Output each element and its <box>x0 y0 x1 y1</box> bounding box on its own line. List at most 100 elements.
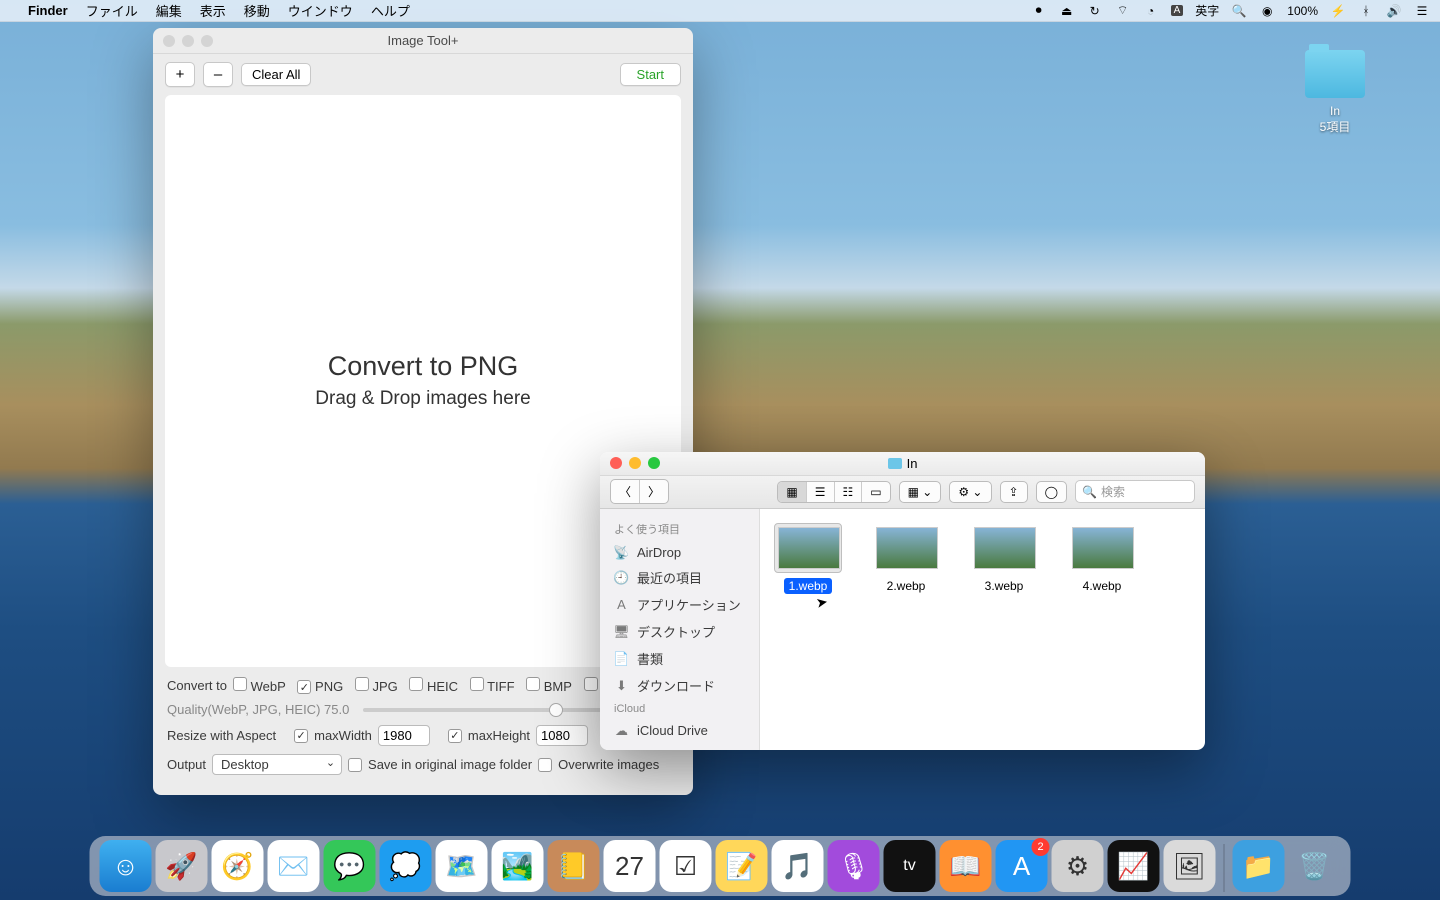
dock-chat[interactable]: 💭 <box>380 840 432 892</box>
input-mode[interactable]: 英字 <box>1195 2 1219 19</box>
dock-launchpad[interactable]: 🚀 <box>156 840 208 892</box>
icon-view-button[interactable]: ▦ <box>778 482 806 502</box>
maps-icon: 🗺️ <box>445 851 477 882</box>
output-select[interactable]: Desktop <box>212 754 342 775</box>
quality-slider[interactable] <box>363 708 628 712</box>
dock-safari[interactable]: 🧭 <box>212 840 264 892</box>
file-item[interactable]: 3.webp <box>970 523 1038 593</box>
menu-view[interactable]: 表示 <box>200 1 226 20</box>
dock-tv[interactable]: tv <box>884 840 936 892</box>
sidebar-item-label: ダウンロード <box>637 676 715 695</box>
group-button[interactable]: ▦ ⌄ <box>899 481 942 503</box>
tags-button[interactable]: ◯ <box>1036 481 1067 503</box>
sidebar-item-デスクトップ[interactable]: 🖥デスクトップ <box>600 618 759 645</box>
remove-button[interactable]: – <box>203 62 233 87</box>
dock-activity[interactable]: 📈 <box>1108 840 1160 892</box>
search-field[interactable]: 🔍 検索 <box>1075 480 1195 503</box>
eject-icon[interactable]: ⏏ <box>1059 3 1075 19</box>
format-checkbox-heic[interactable] <box>409 677 423 691</box>
dock-appstore[interactable]: A2 <box>996 840 1048 892</box>
dock-separator <box>1224 844 1225 892</box>
notes-icon: 📝 <box>725 851 757 882</box>
menu-file[interactable]: ファイル <box>86 1 138 20</box>
sidebar-icon: ⬇ <box>614 678 629 693</box>
format-checkbox-tiff[interactable] <box>470 677 484 691</box>
dock-reminders[interactable]: ☑ <box>660 840 712 892</box>
overwrite-label: Overwrite images <box>558 757 659 772</box>
launchpad-icon: 🚀 <box>165 851 197 882</box>
overwrite-checkbox[interactable] <box>538 758 552 772</box>
menu-edit[interactable]: 編集 <box>156 1 182 20</box>
dock-settings[interactable]: ⚙ <box>1052 840 1104 892</box>
preview-icon: 🖼 <box>1173 851 1206 882</box>
spotlight-icon[interactable]: 🔍 <box>1231 3 1247 19</box>
dock-downloads[interactable]: 📁 <box>1233 840 1285 892</box>
column-view-button[interactable]: ☷ <box>835 482 863 502</box>
sidebar-item-書類[interactable]: 📄書類 <box>600 645 759 672</box>
maxwidth-checkbox[interactable] <box>294 729 308 743</box>
convert-label: Convert to <box>167 678 227 693</box>
sidebar-item-ダウンロード[interactable]: ⬇ ダウンロード <box>600 672 759 699</box>
menubar-app[interactable]: Finder <box>28 3 68 18</box>
timemachine-icon[interactable]: ↻ <box>1087 3 1103 19</box>
input-source-badge[interactable]: A <box>1171 5 1184 16</box>
bluetooth-icon[interactable]: ᚼ <box>1358 3 1374 19</box>
dock-mail[interactable]: ✉️ <box>268 840 320 892</box>
format-checkbox-jpg[interactable] <box>355 677 369 691</box>
dock-notes[interactable]: 📝 <box>716 840 768 892</box>
dock-podcasts[interactable]: 🎙 <box>828 840 880 892</box>
file-item[interactable]: 4.webp <box>1068 523 1136 593</box>
volume-icon[interactable]: 🔊 <box>1386 3 1402 19</box>
battery-pct[interactable]: 100% <box>1287 4 1318 18</box>
clear-all-button[interactable]: Clear All <box>241 63 311 86</box>
dock-books[interactable]: 📖 <box>940 840 992 892</box>
format-checkbox-bmp[interactable] <box>526 677 540 691</box>
dock-trash[interactable]: 🗑️ <box>1289 840 1341 892</box>
titlebar[interactable]: Image Tool+ <box>153 28 693 54</box>
folder-icon <box>1305 50 1365 98</box>
format-checkbox-webp[interactable] <box>233 677 247 691</box>
appstore-icon: A <box>1013 851 1030 882</box>
save-original-checkbox[interactable] <box>348 758 362 772</box>
action-button[interactable]: ⚙ ⌄ <box>949 481 991 503</box>
clock-icon[interactable]: ◔ <box>1143 3 1159 19</box>
sidebar-item-最近の項目[interactable]: 🕘最近の項目 <box>600 564 759 591</box>
messages-icon: 💬 <box>333 851 365 882</box>
reminders-icon: ☑ <box>674 851 697 882</box>
dock-finder[interactable]: ☺ <box>100 840 152 892</box>
file-item[interactable]: 2.webp <box>872 523 940 593</box>
menu-window[interactable]: ウインドウ <box>288 1 353 20</box>
forward-button[interactable]: 〉 <box>640 480 668 503</box>
add-button[interactable]: + <box>165 62 195 87</box>
maxheight-input[interactable] <box>536 725 588 746</box>
file-item[interactable]: 1.webp <box>774 523 842 593</box>
dock-photos[interactable]: 🏞️ <box>492 840 544 892</box>
downloads-icon: 📁 <box>1242 851 1274 882</box>
dock-preview[interactable]: 🖼 <box>1164 840 1216 892</box>
menu-go[interactable]: 移動 <box>244 1 270 20</box>
maxheight-checkbox[interactable] <box>448 729 462 743</box>
back-button[interactable]: 〈 <box>611 480 640 503</box>
sidebar-item-AirDrop[interactable]: 📡AirDrop <box>600 541 759 564</box>
share-button[interactable]: ⇪ <box>1000 481 1028 503</box>
desktop-folder-in[interactable]: In 5項目 <box>1305 50 1365 135</box>
gallery-view-button[interactable]: ▭ <box>862 482 889 502</box>
sidebar-item-iCloud Drive[interactable]: ☁iCloud Drive <box>600 719 759 742</box>
maxwidth-input[interactable] <box>378 725 430 746</box>
dock-maps[interactable]: 🗺️ <box>436 840 488 892</box>
dock-contacts[interactable]: 📒 <box>548 840 600 892</box>
dock-calendar[interactable]: 27 <box>604 840 656 892</box>
format-checkbox-gif[interactable] <box>584 677 598 691</box>
wifi-icon[interactable]: ⌔ <box>1115 3 1131 19</box>
dock-messages[interactable]: 💬 <box>324 840 376 892</box>
dock-music[interactable]: 🎵 <box>772 840 824 892</box>
screenrecord-icon[interactable]: ⏺ <box>1031 3 1047 19</box>
format-checkbox-png[interactable] <box>297 680 311 694</box>
start-button[interactable]: Start <box>620 63 681 86</box>
menu-help[interactable]: ヘルプ <box>371 1 410 20</box>
sidebar-item-アプリケーション[interactable]: Aアプリケーション <box>600 591 759 618</box>
notification-center-icon[interactable]: ☰ <box>1414 3 1430 19</box>
siri-icon[interactable]: ◉ <box>1259 3 1275 19</box>
finder-titlebar[interactable]: In <box>600 452 1205 476</box>
list-view-button[interactable]: ☰ <box>807 482 835 502</box>
